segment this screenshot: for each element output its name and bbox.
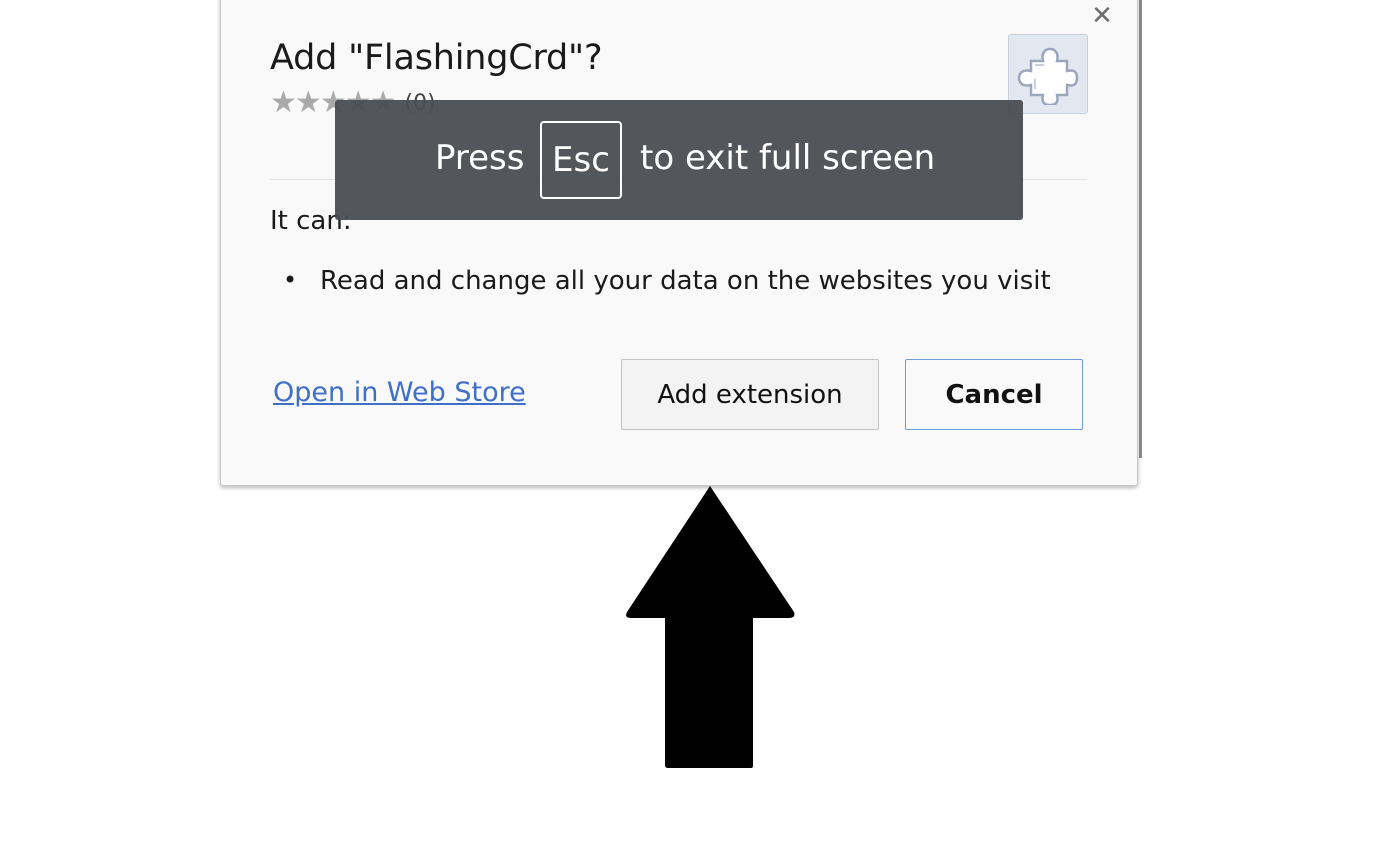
close-icon[interactable]: ✕ [1090,2,1114,30]
page: ✕ Add "FlashingCrd"? ★ ★ ★ ★ ★ (0) It ca… [0,0,1389,849]
fullscreen-exit-bubble: Press Esc to exit full screen [335,100,1023,220]
star-icon: ★ [270,85,297,120]
cancel-button[interactable]: Cancel [905,359,1083,430]
window-edge [1139,0,1142,458]
star-icon: ★ [294,85,322,120]
add-extension-button[interactable]: Add extension [621,359,879,430]
dialog-title: Add "FlashingCrd"? [270,38,603,78]
puzzle-piece-icon [1017,47,1079,105]
bubble-prefix: Press [435,138,525,178]
esc-key-hint: Esc [540,121,622,199]
open-in-web-store-link[interactable]: Open in Web Store [273,377,526,408]
bubble-suffix: to exit full screen [640,138,936,178]
permission-item: Read and change all your data on the web… [320,266,1051,296]
bullet: • [283,266,298,294]
up-arrow-icon [626,486,795,768]
